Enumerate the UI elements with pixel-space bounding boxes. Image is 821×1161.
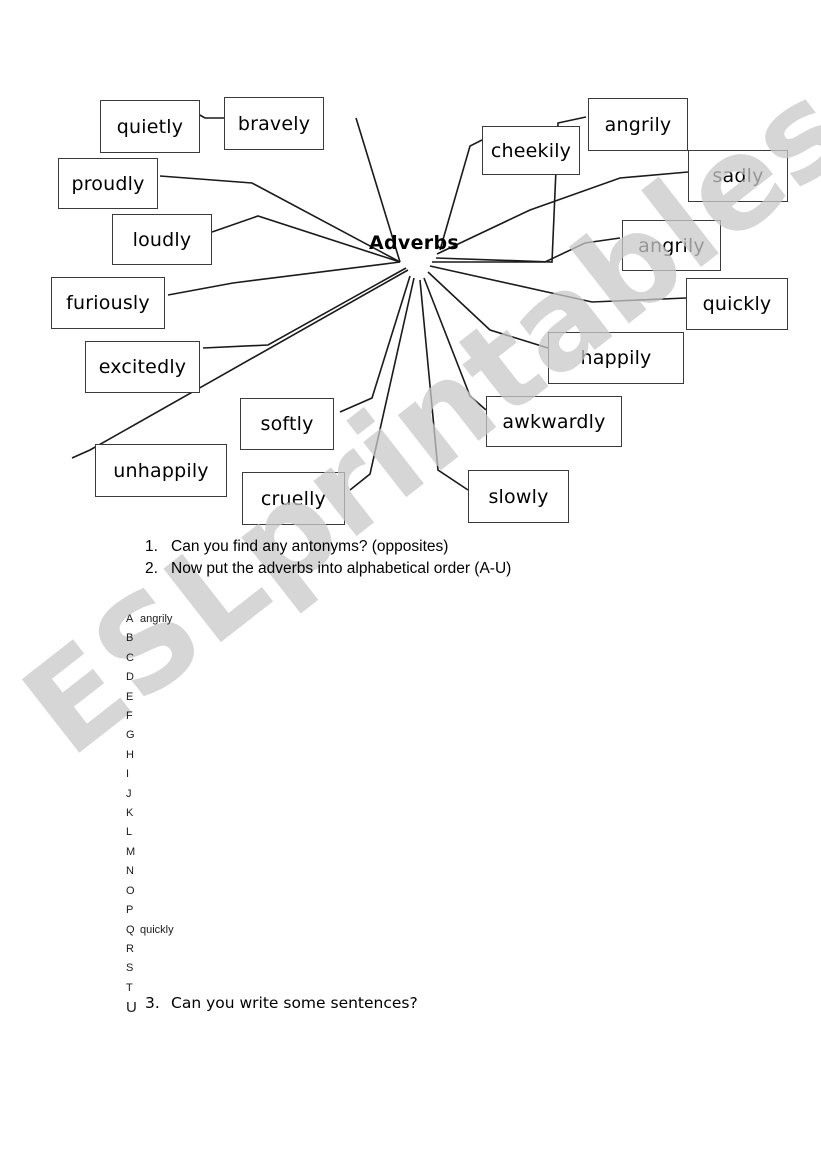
word-box[interactable]: quietly [100,100,200,153]
word-box-label: excitedly [98,356,187,378]
word-box-label: quickly [702,293,772,315]
alphabet-row[interactable]: Aangrily [126,610,174,629]
word-box[interactable]: cruelly [242,472,345,525]
alphabet-row[interactable]: Qquickly [126,921,174,940]
connector-excitedly [202,267,407,349]
question-list: 1. Can you find any antonyms? (opposites… [145,536,705,580]
alphabet-row[interactable]: J [126,785,174,804]
word-box[interactable]: softly [240,398,334,450]
word-box-label: furiously [66,292,150,314]
connector-slowly [419,279,469,491]
word-box[interactable]: happily [548,332,684,384]
alphabet-letter: A [126,613,134,625]
word-box-label: loudly [132,228,192,251]
alphabet-row[interactable]: E [126,688,174,707]
alphabet-row[interactable]: S [126,959,174,978]
word-box-label: proudly [71,172,145,195]
alphabet-row[interactable]: K [126,804,174,823]
word-box-label: quietly [116,115,184,138]
word-box[interactable]: excitedly [85,341,200,393]
alphabet-letter: R [126,942,134,955]
word-box[interactable]: sadly [688,150,788,202]
adverbs-mind-map: Adverbs quietly bravely cheekily angrily… [0,0,821,540]
alphabet-row[interactable]: O [126,882,174,901]
word-box-label: awkwardly [502,410,606,433]
alphabet-row[interactable]: M [126,843,174,862]
alphabet-letter: E [126,690,134,703]
alphabet-letter: Q [126,923,135,936]
alphabet-row[interactable]: I [126,765,174,784]
question-text: Can you write some sentences? [171,994,418,1012]
alphabet-letter: S [126,962,134,975]
alphabet-letter: H [126,748,134,761]
word-box-label: bravely [237,112,311,135]
alphabet-row[interactable]: B [126,629,174,648]
alphabet-letter: K [126,807,134,820]
hub-label: Adverbs [369,232,459,254]
word-box-label: angrily [638,234,705,257]
question-item: 2. Now put the adverbs into alphabetical… [145,558,705,580]
word-box[interactable]: cheekily [482,126,580,175]
alphabet-letter: I [126,768,130,781]
question-text: Now put the adverbs into alphabetical or… [171,560,512,577]
alphabet-row[interactable]: G [126,726,174,745]
alphabet-answer: angrily [140,613,173,625]
alphabet-letter: J [126,787,132,800]
word-box[interactable]: bravely [224,97,324,150]
word-box[interactable]: loudly [112,214,212,265]
alphabet-row[interactable]: N [126,862,174,881]
word-box-label: happily [580,347,652,369]
alphabet-letter: P [126,904,134,917]
word-box[interactable]: angrily [588,98,688,151]
alphabet-row[interactable]: R [126,940,174,959]
alphabet-letter: G [126,729,135,742]
alphabet-row[interactable]: L [126,823,174,842]
word-box[interactable]: slowly [468,470,569,523]
word-box[interactable]: furiously [51,277,165,329]
alphabet-row[interactable]: H [126,746,174,765]
word-box-label: cheekily [490,139,572,162]
connector-quickly [429,265,687,303]
alphabet-letter: T [126,981,133,994]
alphabet-row[interactable]: F [126,707,174,726]
question-number: 3. [145,994,160,1012]
word-box-label: unhappily [113,459,209,482]
alphabet-letter: C [126,651,134,664]
word-box-label: angrily [604,113,672,136]
alphabet-answer: quickly [140,923,174,936]
question-item: 3. Can you write some sentences? [145,994,418,1012]
alphabet-letter: B [126,632,134,645]
alphabet-letter: F [126,710,133,723]
alphabet-letter: O [126,884,135,897]
alphabet-row[interactable]: C [126,649,174,668]
word-box[interactable]: awkwardly [486,396,622,447]
question-text: Can you find any antonyms? (opposites) [171,538,449,555]
question-number: 1. [145,538,158,555]
alphabet-letter: M [126,845,136,858]
alphabetical-order-list: Aangrily B C D E F G H I J K L M N O P Q… [126,610,174,1018]
connector-cruelly [349,277,415,491]
word-box[interactable]: quickly [686,278,788,330]
word-box-label: sadly [712,165,764,187]
word-box-label: slowly [488,485,549,508]
question-number: 2. [145,560,158,577]
alphabet-letter: D [126,671,134,684]
alphabet-letter: N [126,865,134,878]
connector-bravely [197,113,224,119]
alphabet-row[interactable]: D [126,668,174,687]
question-item: 1. Can you find any antonyms? (opposites… [145,536,705,558]
word-box[interactable]: proudly [58,158,158,209]
word-box-label: cruelly [260,487,327,510]
word-box[interactable]: unhappily [95,444,227,497]
alphabet-letter: U [126,999,137,1017]
word-box[interactable]: angrily [622,220,721,271]
word-box-label: softly [260,413,314,435]
alphabet-row[interactable]: P [126,901,174,920]
alphabet-letter: L [126,826,133,839]
